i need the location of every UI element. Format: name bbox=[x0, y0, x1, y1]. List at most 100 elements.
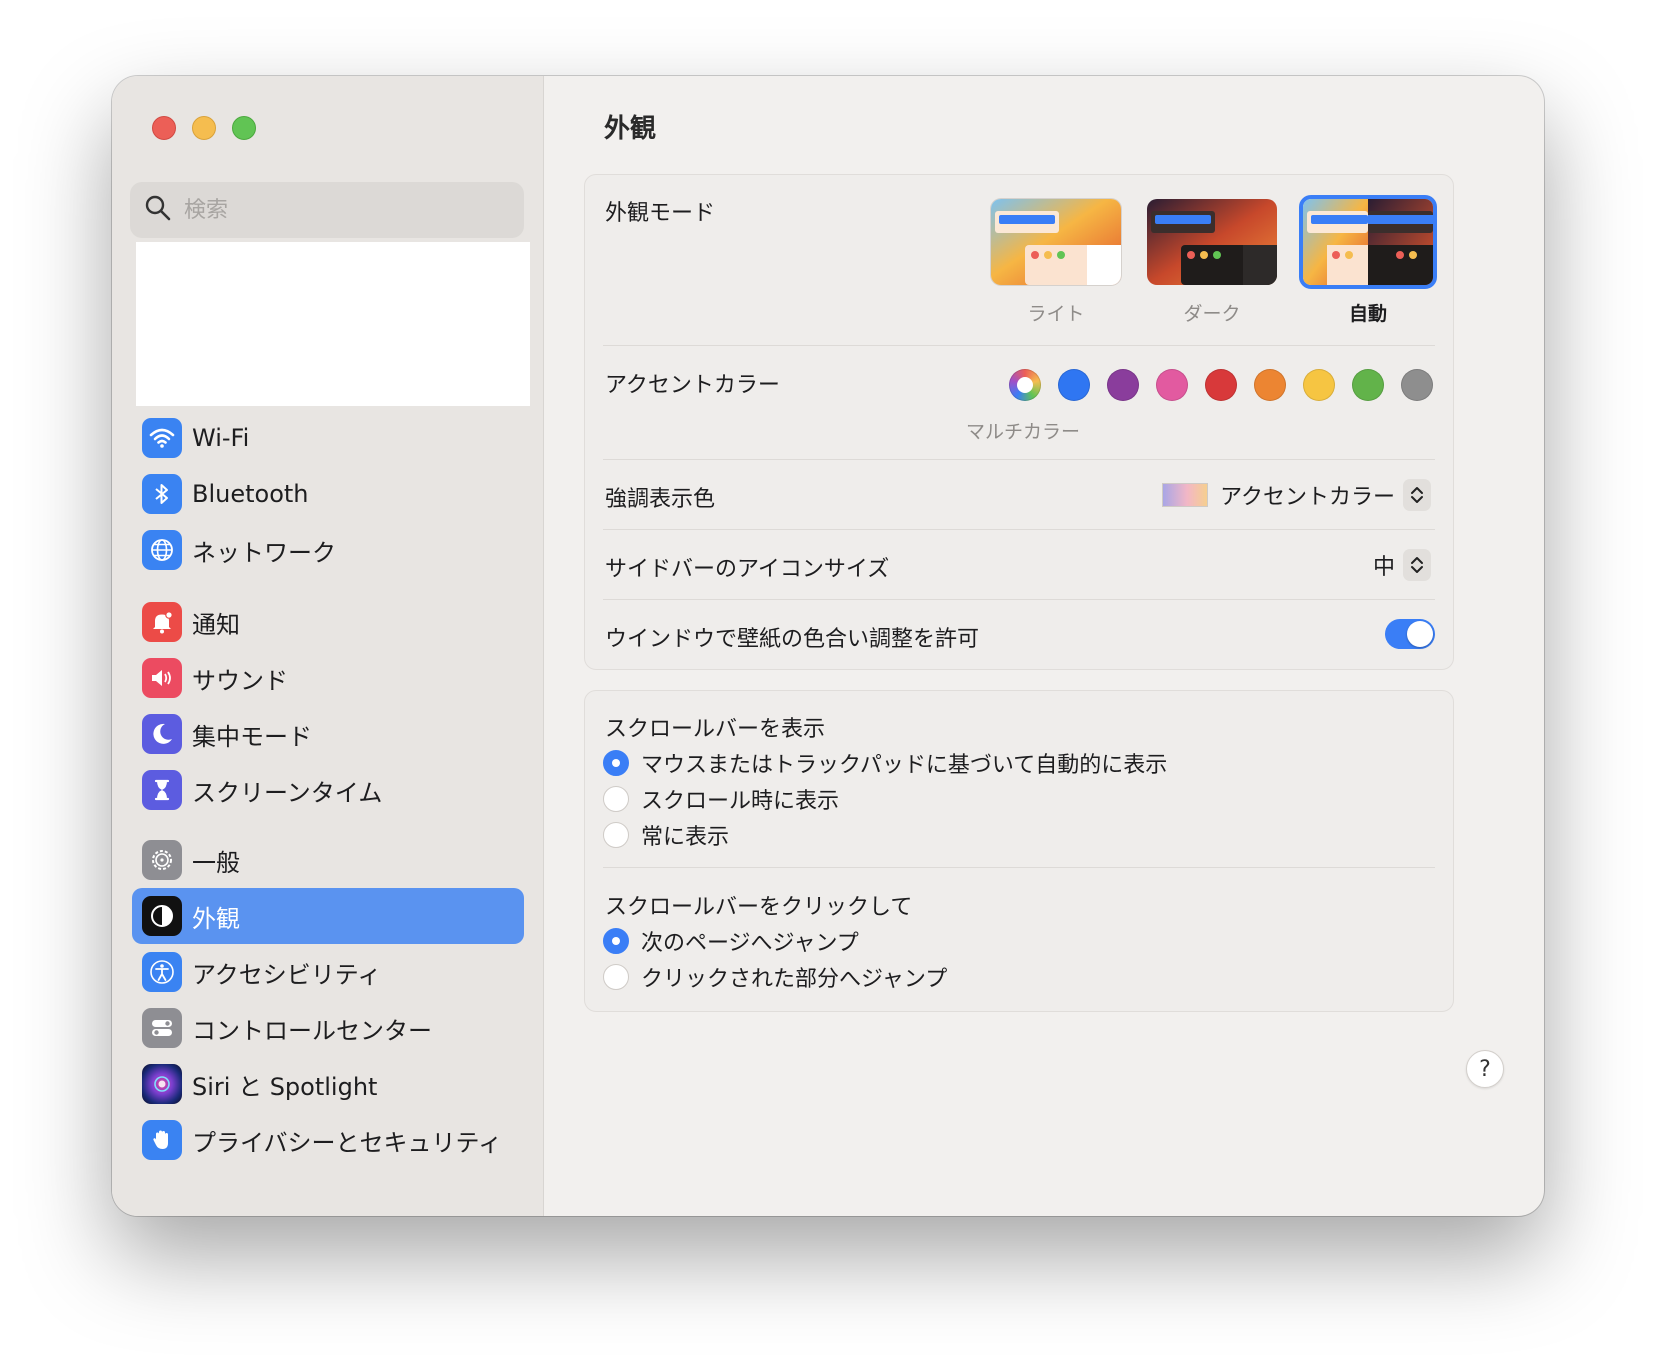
accent-multicolor-swatch[interactable] bbox=[1009, 369, 1041, 401]
radio-button[interactable] bbox=[603, 928, 629, 954]
sidebar-item-label: Siri と Spotlight bbox=[192, 1072, 378, 1101]
appearance-panel: 外観モード ライト ダーク 自動 アクセントカラー マルチカラー 強調表示色 ア… bbox=[584, 174, 1454, 670]
divider bbox=[603, 345, 1435, 346]
sidebar-item-general[interactable]: 一般 bbox=[132, 832, 524, 888]
highlight-color-popup[interactable]: アクセントカラー bbox=[1162, 479, 1431, 511]
dark-mode-thumbnail[interactable] bbox=[1147, 199, 1277, 285]
sidebar-item-label: 一般 bbox=[192, 848, 240, 877]
sidebar-item-label: アクセシビリティ bbox=[192, 960, 382, 989]
sidebar-item-label: コントロールセンター bbox=[192, 1016, 432, 1045]
window-controls bbox=[152, 116, 256, 140]
search-field[interactable] bbox=[130, 182, 524, 238]
radio-button[interactable] bbox=[603, 822, 629, 848]
sidebar-item-screen-time[interactable]: スクリーンタイム bbox=[132, 762, 524, 818]
sidebar-item-control-center[interactable]: コントロールセンター bbox=[132, 1000, 524, 1056]
sidebar-item-notifications[interactable]: 通知 bbox=[132, 594, 524, 650]
light-mode-label[interactable]: ライト bbox=[991, 299, 1121, 326]
radio-button[interactable] bbox=[603, 750, 629, 776]
sidebar-item-label: 集中モード bbox=[192, 722, 312, 751]
accent-purple-swatch[interactable] bbox=[1107, 369, 1139, 401]
radio-label: マウスまたはトラックパッドに基づいて自動的に表示 bbox=[641, 753, 1168, 778]
accent-green-swatch[interactable] bbox=[1352, 369, 1384, 401]
show-scrollbars-always-option[interactable]: 常に表示 bbox=[603, 819, 729, 851]
gear-icon bbox=[142, 840, 182, 880]
sidebar-item-appearance[interactable]: 外観 bbox=[132, 888, 524, 944]
radio-label: クリックされた部分へジャンプ bbox=[641, 967, 948, 992]
click-scrollbar-clicked-spot-option[interactable]: クリックされた部分へジャンプ bbox=[603, 961, 947, 993]
sidebar-item-label: 外観 bbox=[192, 904, 240, 933]
sidebar-icon-size-popup[interactable]: 中 bbox=[1373, 549, 1431, 581]
wallpaper-tinting-toggle[interactable] bbox=[1385, 619, 1435, 649]
accent-graphite-swatch[interactable] bbox=[1401, 369, 1433, 401]
sidebar-item-label: 通知 bbox=[192, 610, 240, 639]
close-window-button[interactable] bbox=[152, 116, 176, 140]
radio-label: スクロール時に表示 bbox=[641, 789, 840, 814]
main-content: 外観 外観モード ライト ダーク 自動 アクセントカラー マルチカラー 強調表示… bbox=[544, 76, 1544, 1216]
sidebar-icon-size-value: 中 bbox=[1372, 555, 1395, 580]
show-scrollbars-auto-option[interactable]: マウスまたはトラックパッドに基づいて自動的に表示 bbox=[603, 747, 1167, 779]
siri-icon bbox=[142, 1064, 182, 1104]
appearance-icon bbox=[142, 896, 182, 936]
show-scrollbars-when-scrolling-option[interactable]: スクロール時に表示 bbox=[603, 783, 839, 815]
radio-label: 常に表示 bbox=[641, 825, 730, 850]
globe-icon bbox=[142, 530, 182, 570]
sidebar-item-label: スクリーンタイム bbox=[192, 778, 383, 807]
divider bbox=[603, 599, 1435, 600]
chevron-up-down-icon bbox=[1403, 549, 1431, 581]
divider bbox=[603, 459, 1435, 460]
dark-mode-label[interactable]: ダーク bbox=[1147, 299, 1277, 326]
sidebar-item-label: ネットワーク bbox=[192, 538, 336, 567]
zoom-window-button[interactable] bbox=[232, 116, 256, 140]
sidebar-item-wifi[interactable]: Wi-Fi bbox=[132, 410, 524, 466]
minimize-window-button[interactable] bbox=[192, 116, 216, 140]
sidebar: Wi-Fi Bluetooth ネットワーク 通知 bbox=[112, 76, 544, 1216]
accent-blue-swatch[interactable] bbox=[1058, 369, 1090, 401]
highlight-color-value: アクセントカラー bbox=[1220, 485, 1395, 510]
sidebar-item-siri-spotlight[interactable]: Siri と Spotlight bbox=[132, 1056, 524, 1112]
sidebar-item-sound[interactable]: サウンド bbox=[132, 650, 524, 706]
sidebar-item-focus[interactable]: 集中モード bbox=[132, 706, 524, 762]
chevron-up-down-icon bbox=[1403, 479, 1431, 511]
accent-pink-swatch[interactable] bbox=[1156, 369, 1188, 401]
wallpaper-tinting-label: ウインドウで壁紙の色合い調整を許可 bbox=[605, 627, 980, 652]
accent-yellow-swatch[interactable] bbox=[1303, 369, 1335, 401]
sidebar-item-network[interactable]: ネットワーク bbox=[132, 522, 524, 578]
divider bbox=[603, 867, 1435, 868]
sidebar-item-label: プライバシーとセキュリティ bbox=[192, 1128, 503, 1157]
auto-mode-label[interactable]: 自動 bbox=[1303, 299, 1433, 326]
radio-label: 次のページへジャンプ bbox=[641, 931, 859, 956]
moon-icon bbox=[142, 714, 182, 754]
accent-red-swatch[interactable] bbox=[1205, 369, 1237, 401]
sidebar-group-general: 一般 外観 アクセシビリティ コントロールセンター Siri と Spotlig… bbox=[132, 832, 524, 1168]
sidebar-icon-size-label: サイドバーのアイコンサイズ bbox=[605, 557, 890, 582]
accent-color-label: アクセントカラー bbox=[605, 373, 780, 398]
sidebar-item-label: Wi-Fi bbox=[192, 424, 250, 452]
account-area[interactable] bbox=[136, 242, 530, 406]
accent-orange-swatch[interactable] bbox=[1254, 369, 1286, 401]
sidebar-group-notifications: 通知 サウンド 集中モード スクリーンタイム bbox=[132, 594, 524, 818]
toggles-icon bbox=[142, 1008, 182, 1048]
search-input[interactable] bbox=[184, 197, 504, 223]
click-scrollbar-next-page-option[interactable]: 次のページへジャンプ bbox=[603, 925, 859, 957]
accessibility-icon bbox=[142, 952, 182, 992]
sidebar-item-bluetooth[interactable]: Bluetooth bbox=[132, 466, 524, 522]
help-button[interactable]: ? bbox=[1466, 1050, 1504, 1088]
sidebar-item-accessibility[interactable]: アクセシビリティ bbox=[132, 944, 524, 1000]
accent-color-caption: マルチカラー bbox=[966, 421, 1081, 443]
sidebar-item-label: サウンド bbox=[192, 666, 288, 695]
highlight-color-label: 強調表示色 bbox=[605, 487, 716, 512]
auto-mode-thumbnail[interactable] bbox=[1299, 195, 1437, 289]
highlight-color-preview bbox=[1162, 483, 1209, 507]
radio-button[interactable] bbox=[603, 964, 629, 990]
bluetooth-icon bbox=[142, 474, 182, 514]
settings-window: Wi-Fi Bluetooth ネットワーク 通知 bbox=[112, 76, 1544, 1216]
hourglass-icon bbox=[142, 770, 182, 810]
sidebar-item-privacy-security[interactable]: プライバシーとセキュリティ bbox=[132, 1112, 524, 1168]
click-scrollbar-label: スクロールバーをクリックして bbox=[605, 895, 913, 920]
sidebar-item-label: Bluetooth bbox=[192, 480, 309, 508]
radio-button[interactable] bbox=[603, 786, 629, 812]
wifi-icon bbox=[142, 418, 182, 458]
page-title: 外観 bbox=[604, 114, 657, 144]
divider bbox=[603, 529, 1435, 530]
light-mode-thumbnail[interactable] bbox=[991, 199, 1121, 285]
